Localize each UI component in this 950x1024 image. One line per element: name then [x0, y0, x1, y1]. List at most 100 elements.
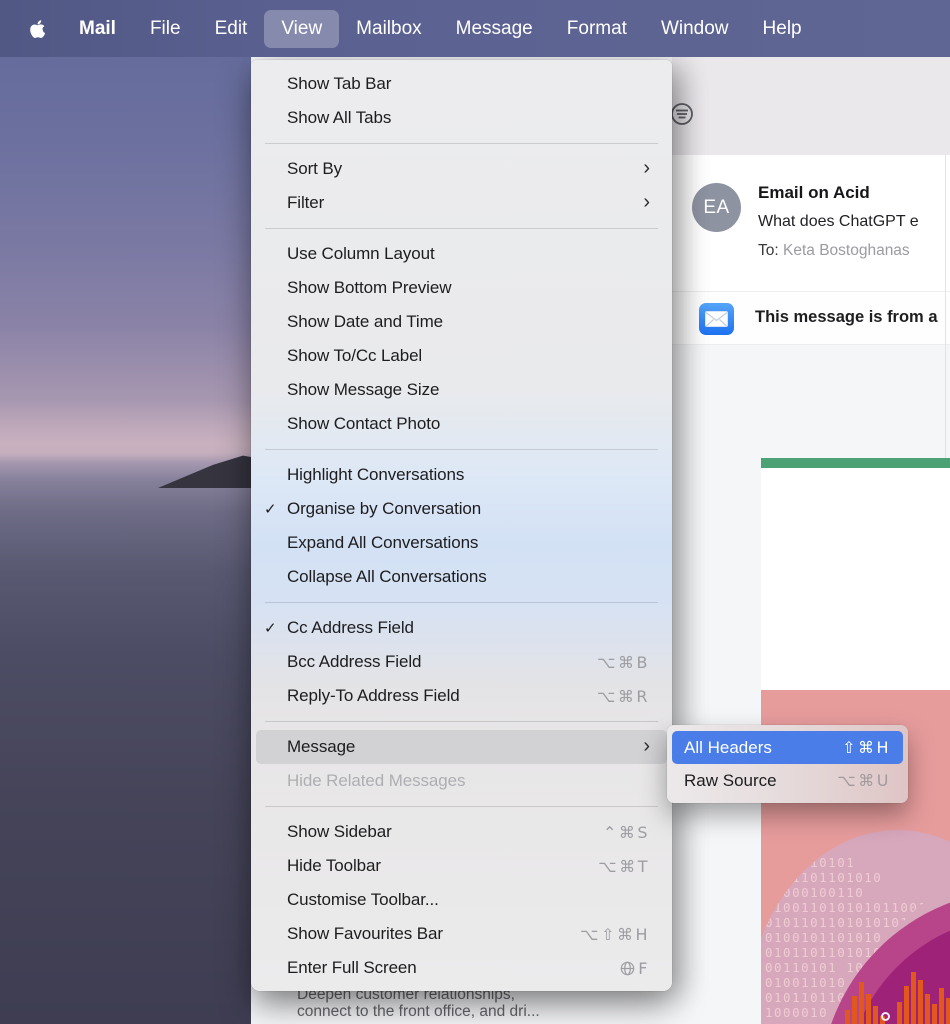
subject-preview: What does ChatGPT e — [758, 213, 919, 231]
to-row: To: Keta Bostoghanas — [758, 242, 910, 260]
menu-item-label: Show Bottom Preview — [287, 278, 650, 298]
menu-item-label: Highlight Conversations — [287, 465, 650, 485]
email-white-block — [761, 468, 950, 690]
chart-bar — [911, 972, 916, 1024]
sender-avatar: EA — [692, 183, 741, 232]
filter-icon[interactable] — [668, 100, 696, 128]
chart-bar — [859, 982, 864, 1024]
menu-separator — [265, 143, 658, 144]
menu-item-label: Show Message Size — [287, 380, 650, 400]
submenu-arrow-icon: › — [643, 192, 650, 212]
email-footer-text: Deepen customer relationships, connect t… — [297, 986, 697, 1020]
submenu-arrow-icon: › — [643, 158, 650, 178]
menu-separator — [265, 228, 658, 229]
checkmark-icon — [264, 500, 287, 518]
banner-text: This message is from a — [755, 308, 938, 327]
menu-item-cc-address-field[interactable]: Cc Address Field — [256, 611, 667, 645]
submenu-item-all-headers[interactable]: All Headers⇧⌘H — [672, 731, 903, 764]
menu-item-label: Expand All Conversations — [287, 533, 650, 553]
menu-item-label: Show Tab Bar — [287, 74, 650, 94]
menu-item-collapse-all-conversations[interactable]: Collapse All Conversations — [256, 560, 667, 594]
chart-bar — [866, 994, 871, 1024]
menu-item-shortcut: ⌥⇧⌘H — [580, 925, 650, 944]
chart-bar — [918, 980, 923, 1024]
menu-item-label: Filter — [287, 193, 643, 213]
menu-item-show-all-tabs[interactable]: Show All Tabs — [256, 101, 667, 135]
menubar-item-window[interactable]: Window — [644, 10, 746, 48]
menu-item-label: Hide Related Messages — [287, 771, 650, 791]
menu-item-hide-related-messages: Hide Related Messages — [256, 764, 667, 798]
menu-item-bcc-address-field[interactable]: Bcc Address Field⌥⌘B — [256, 645, 667, 679]
menu-item-shortcut: ⌥⌘T — [598, 857, 650, 876]
menubar-item-mailbox[interactable]: Mailbox — [339, 10, 438, 48]
small-ring-graphic — [881, 1012, 890, 1021]
menubar-item-file[interactable]: File — [133, 10, 198, 48]
menu-separator — [265, 721, 658, 722]
menu-item-show-tab-bar[interactable]: Show Tab Bar — [256, 67, 667, 101]
submenu-item-label: Raw Source — [684, 771, 837, 791]
menu-item-show-favourites-bar[interactable]: Show Favourites Bar⌥⇧⌘H — [256, 917, 667, 951]
apple-logo-icon — [29, 19, 46, 39]
menu-item-label: Show To/Cc Label — [287, 346, 650, 366]
menu-separator — [265, 806, 658, 807]
menu-item-filter[interactable]: Filter› — [256, 186, 667, 220]
menu-item-show-message-size[interactable]: Show Message Size — [256, 373, 667, 407]
menu-item-label: Collapse All Conversations — [287, 567, 650, 587]
pane-divider-line — [945, 155, 946, 460]
mail-app-icon — [699, 303, 734, 335]
menu-item-label: Show All Tabs — [287, 108, 650, 128]
menubar-item-mail[interactable]: Mail — [62, 10, 133, 48]
menu-item-sort-by[interactable]: Sort By› — [256, 152, 667, 186]
chart-bar — [845, 1010, 850, 1024]
menu-item-shortcut: ⌥⌘B — [597, 653, 650, 672]
menubar-item-edit[interactable]: Edit — [198, 10, 265, 48]
menu-item-label: Organise by Conversation — [287, 499, 650, 519]
menu-item-label: Show Favourites Bar — [287, 924, 580, 944]
menu-item-show-sidebar[interactable]: Show Sidebar⌃⌘S — [256, 815, 667, 849]
menu-item-show-to-cc-label[interactable]: Show To/Cc Label — [256, 339, 667, 373]
bar-chart-graphic — [845, 972, 950, 1024]
menu-item-label: Message — [287, 737, 643, 757]
menu-item-expand-all-conversations[interactable]: Expand All Conversations — [256, 526, 667, 560]
menu-item-highlight-conversations[interactable]: Highlight Conversations — [256, 458, 667, 492]
menu-separator — [265, 602, 658, 603]
menu-item-label: Use Column Layout — [287, 244, 650, 264]
chart-bar — [925, 994, 930, 1024]
menu-item-show-contact-photo[interactable]: Show Contact Photo — [256, 407, 667, 441]
menubar-item-format[interactable]: Format — [550, 10, 644, 48]
apple-menu[interactable] — [0, 19, 62, 39]
menu-item-organise-by-conversation[interactable]: Organise by Conversation — [256, 492, 667, 526]
menu-item-message[interactable]: Message› — [256, 730, 667, 764]
menu-item-label: Bcc Address Field — [287, 652, 597, 672]
menu-item-hide-toolbar[interactable]: Hide Toolbar⌥⌘T — [256, 849, 667, 883]
menu-item-show-date-and-time[interactable]: Show Date and Time — [256, 305, 667, 339]
menu-item-reply-to-address-field[interactable]: Reply-To Address Field⌥⌘R — [256, 679, 667, 713]
menu-item-label: Reply-To Address Field — [287, 686, 597, 706]
email-footer-line2: connect to the front office, and dri... — [297, 1003, 697, 1020]
menu-item-customise-toolbar[interactable]: Customise Toolbar... — [256, 883, 667, 917]
chart-bar — [946, 998, 950, 1024]
menu-item-label: Hide Toolbar — [287, 856, 598, 876]
menu-item-enter-full-screen[interactable]: Enter Full ScreenF — [256, 951, 667, 985]
message-header: EA Email on Acid What does ChatGPT e To:… — [672, 155, 950, 291]
menu-item-label: Show Date and Time — [287, 312, 650, 332]
menu-item-label: Show Contact Photo — [287, 414, 650, 434]
menu-item-label: Sort By — [287, 159, 643, 179]
menu-item-shortcut: F — [620, 959, 650, 978]
menu-bar: MailFileEditViewMailboxMessageFormatWind… — [0, 0, 950, 57]
to-label: To: — [758, 242, 779, 259]
recipient-name-text[interactable]: Keta Bostoghanas — [783, 242, 910, 259]
chart-bar — [873, 1006, 878, 1024]
chart-bar — [904, 986, 909, 1024]
menu-item-show-bottom-preview[interactable]: Show Bottom Preview — [256, 271, 667, 305]
submenu-item-raw-source[interactable]: Raw Source⌥⌘U — [672, 764, 903, 797]
chart-bar — [932, 1004, 937, 1024]
chart-bar — [939, 988, 944, 1024]
menubar-item-view[interactable]: View — [264, 10, 339, 48]
checkmark-icon — [264, 619, 287, 637]
screen: EA Email on Acid What does ChatGPT e To:… — [0, 0, 950, 1024]
menubar-item-help[interactable]: Help — [746, 10, 819, 48]
sender-name: Email on Acid — [758, 183, 870, 203]
menubar-item-message[interactable]: Message — [439, 10, 550, 48]
menu-item-use-column-layout[interactable]: Use Column Layout — [256, 237, 667, 271]
